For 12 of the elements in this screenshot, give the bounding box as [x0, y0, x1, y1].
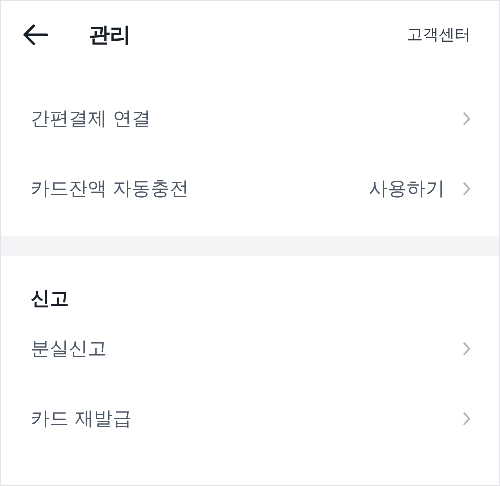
- chevron-right-icon[interactable]: [463, 342, 471, 356]
- back-icon[interactable]: [23, 24, 49, 46]
- chevron-right-icon[interactable]: [463, 412, 471, 426]
- menu-item[interactable]: 카드 재발급: [1, 384, 499, 454]
- chevron-right-icon[interactable]: [463, 112, 471, 126]
- chevron-right-icon[interactable]: [463, 182, 471, 196]
- section-title: 신고: [30, 287, 70, 312]
- menu-item[interactable]: 간편결제 연결: [1, 84, 499, 154]
- page-title: 관리: [89, 22, 132, 49]
- menu-item[interactable]: 분실신고: [1, 314, 499, 384]
- menu-item[interactable]: 카드잔액 자동충전 사용하기: [1, 154, 499, 224]
- customer-center-link[interactable]: 고객센터: [407, 24, 471, 46]
